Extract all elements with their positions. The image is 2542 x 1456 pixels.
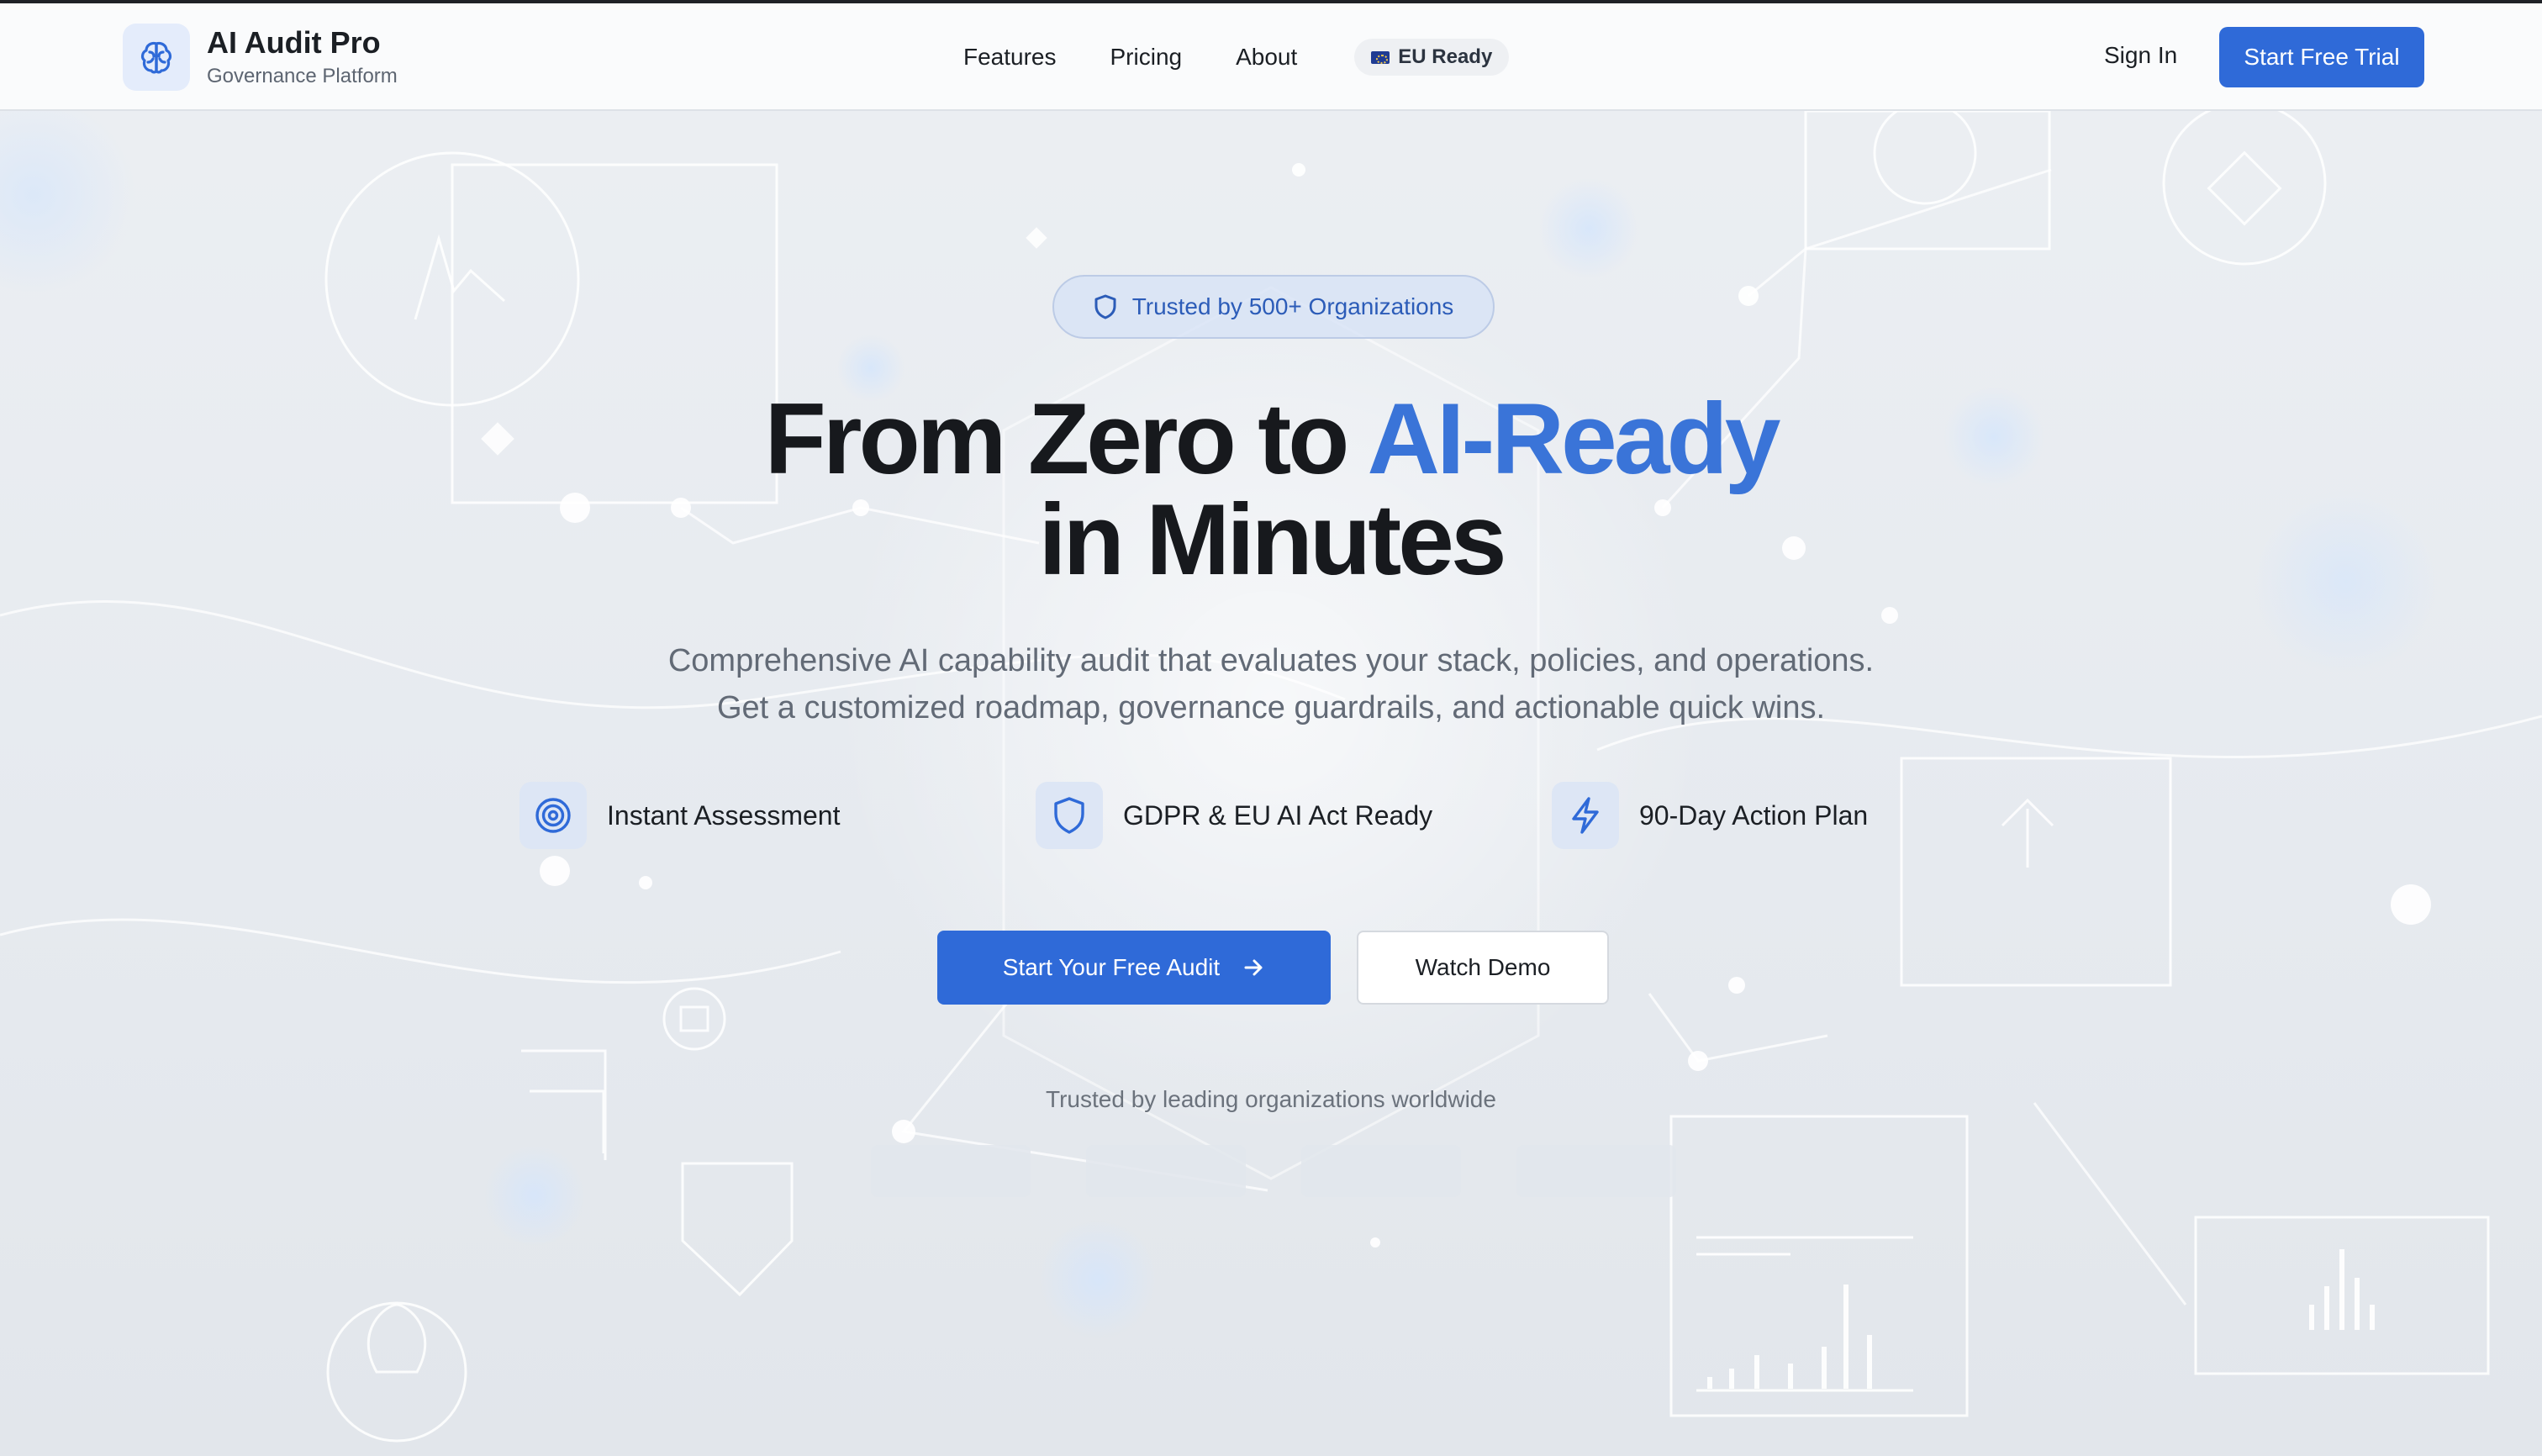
brain-icon: [123, 24, 190, 91]
start-free-trial-button[interactable]: Start Free Trial: [2219, 27, 2424, 87]
hero-headline: From Zero to AI-Ready in Minutes: [0, 388, 2542, 590]
nav-link-pricing[interactable]: Pricing: [1110, 44, 1183, 71]
partner-logo-placeholder: [1516, 1145, 1676, 1197]
feature-item: 90-Day Action Plan: [1552, 782, 2068, 849]
subline-1: Comprehensive AI capability audit that e…: [667, 643, 1875, 678]
subline-2: Get a customized roadmap, governance gua…: [716, 690, 1826, 725]
feature-label: 90-Day Action Plan: [1639, 799, 1869, 831]
main-nav: Features Pricing About EU Ready: [963, 3, 1510, 111]
hero-subheadline: Comprehensive AI capability audit that e…: [0, 637, 2542, 731]
trust-pill: Trusted by 500+ Organizations: [1052, 275, 1495, 339]
partner-logo-placeholder: [1301, 1145, 1461, 1197]
arrow-right-icon: [1244, 959, 1263, 976]
eu-ready-label: EU Ready: [1398, 45, 1493, 68]
start-free-audit-button[interactable]: Start Your Free Audit: [937, 931, 1331, 1005]
partner-logo-placeholder: [871, 1145, 1031, 1197]
nav-link-features[interactable]: Features: [963, 44, 1057, 71]
partner-logo-placeholder: [1086, 1145, 1246, 1197]
eu-flag-icon: [1371, 50, 1390, 64]
landing-page: AI Audit Pro Governance Platform Feature…: [0, 0, 2542, 1456]
top-nav-bar: AI Audit Pro Governance Platform Feature…: [0, 3, 2542, 111]
nav-link-about[interactable]: About: [1236, 44, 1297, 71]
headline-prefix: From Zero to: [764, 382, 1368, 495]
feature-item: GDPR & EU AI Act Ready: [1036, 782, 1552, 849]
brand-name: AI Audit Pro: [207, 25, 381, 60]
start-free-audit-label: Start Your Free Audit: [1002, 954, 1221, 980]
lightning-icon: [1552, 782, 1619, 849]
trust-pill-label: Trusted by 500+ Organizations: [1131, 293, 1454, 319]
trusted-by-caption: Trusted by leading organizations worldwi…: [1046, 1086, 1496, 1112]
eu-ready-badge: EU Ready: [1354, 39, 1510, 76]
brand-tagline: Governance Platform: [207, 65, 398, 87]
shield-icon: [1094, 294, 1116, 319]
brand[interactable]: AI Audit Pro Governance Platform: [123, 24, 398, 91]
shield-icon: [1036, 782, 1103, 849]
watch-demo-button[interactable]: Watch Demo: [1357, 931, 1609, 1005]
sign-in-link[interactable]: Sign In: [2104, 42, 2177, 69]
feature-label: GDPR & EU AI Act Ready: [1123, 799, 1433, 831]
target-icon: [519, 782, 587, 849]
headline-accent: AI-Ready: [1367, 382, 1780, 495]
feature-list: Instant Assessment GDPR & EU AI Act Read…: [519, 782, 2068, 849]
feature-label: Instant Assessment: [607, 799, 841, 831]
feature-item: Instant Assessment: [519, 782, 1036, 849]
headline-line-2: in Minutes: [1038, 483, 1506, 596]
partner-logos: [871, 1145, 1676, 1197]
